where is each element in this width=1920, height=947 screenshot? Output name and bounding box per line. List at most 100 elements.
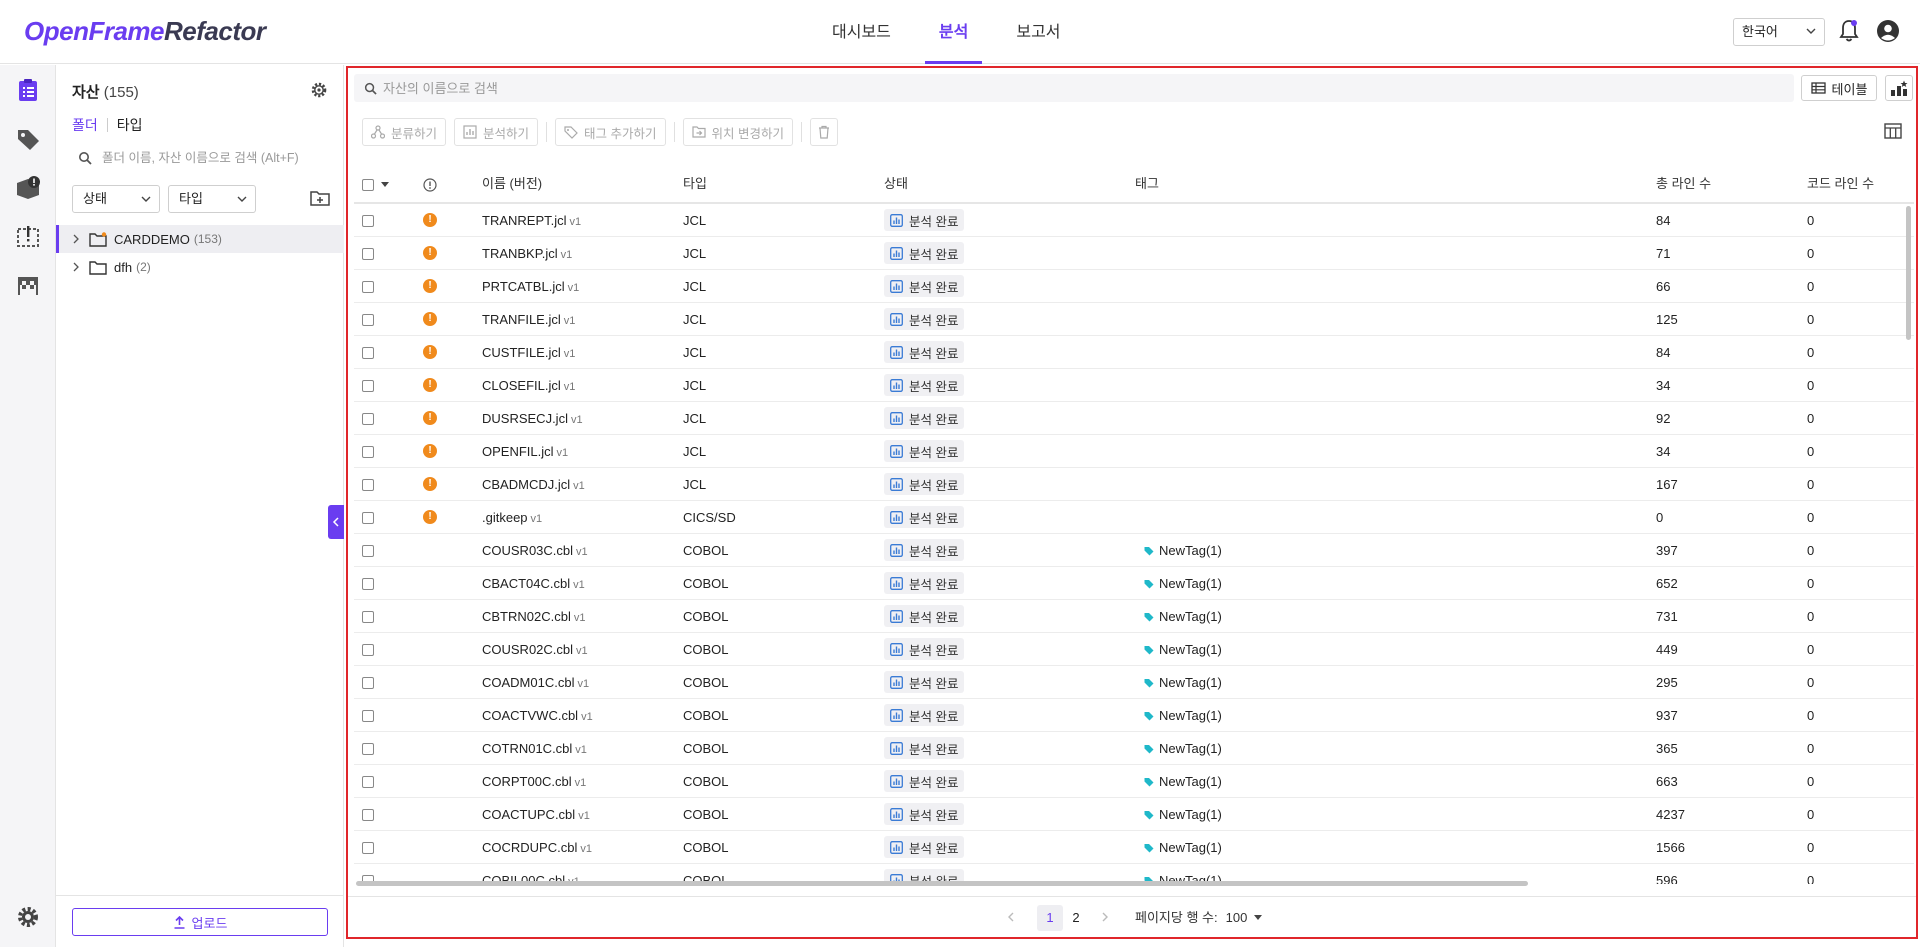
rail-issues[interactable] [0,166,56,210]
row-checkbox[interactable] [362,644,374,656]
asset-name-cell[interactable]: TRANBKP.jcl v1 [482,237,572,270]
table-row[interactable]: COUSR03C.cbl v1 COBOL 분석 완료 NewTag(1) 397 0 [354,534,1914,567]
chevron-right-icon[interactable] [71,234,81,244]
select-all[interactable] [362,164,389,204]
delete-button[interactable] [810,118,838,146]
row-checkbox[interactable] [362,215,374,227]
table-row[interactable]: ! PRTCATBL.jcl v1 JCL 분석 완료 66 0 [354,270,1914,303]
table-row[interactable]: ! CLOSEFIL.jcl v1 JCL 분석 완료 34 0 [354,369,1914,402]
row-checkbox[interactable] [362,842,374,854]
chevron-right-icon[interactable] [71,262,81,272]
row-checkbox[interactable] [362,611,374,623]
classify-button[interactable]: 분류하기 [362,118,447,146]
bell-icon[interactable] [1838,19,1860,43]
tag-chip[interactable]: NewTag(1) [1144,534,1222,567]
asset-name-cell[interactable]: OPENFIL.jcl v1 [482,435,568,468]
asset-name-cell[interactable]: PRTCATBL.jcl v1 [482,270,579,303]
nav-report[interactable]: 보고서 [992,0,1084,64]
type-filter[interactable]: 타입 [168,185,256,213]
row-checkbox[interactable] [362,248,374,260]
col-name[interactable]: 이름 (버전) [482,164,542,204]
asset-name-cell[interactable]: CORPT00C.cbl v1 [482,765,586,798]
col-type[interactable]: 타입 [683,164,707,204]
row-checkbox[interactable] [362,413,374,425]
row-checkbox[interactable] [362,776,374,788]
analyze-button[interactable]: 분석하기 [454,118,539,146]
table-row[interactable]: ! TRANBKP.jcl v1 JCL 분석 완료 71 0 [354,237,1914,270]
table-row[interactable]: COTRN01C.cbl v1 COBOL 분석 완료 NewTag(1) 365 0 [354,732,1914,765]
table-row[interactable]: ! CUSTFILE.jcl v1 JCL 분석 완료 84 0 [354,336,1914,369]
asset-name-cell[interactable]: .gitkeep v1 [482,501,542,534]
rail-tags[interactable] [0,117,56,161]
col-tag[interactable]: 태그 [1135,164,1159,204]
asset-name-cell[interactable]: DUSRSECJ.jcl v1 [482,402,583,435]
asset-name-cell[interactable]: CBTRN02C.cbl v1 [482,600,585,633]
asset-name-cell[interactable]: CBACT04C.cbl v1 [482,567,585,600]
table-row[interactable]: COADM01C.cbl v1 COBOL 분석 완료 NewTag(1) 295 0 [354,666,1914,699]
tree-item-dfh[interactable]: dfh (2) [56,253,344,281]
table-row[interactable]: ! CBADMCDJ.jcl v1 JCL 분석 완료 167 0 [354,468,1914,501]
asset-name-cell[interactable]: CUSTFILE.jcl v1 [482,336,575,369]
language-select[interactable]: 한국어 [1733,18,1825,46]
row-checkbox[interactable] [362,545,374,557]
table-view-button[interactable]: 테이블 [1801,75,1877,101]
tag-chip[interactable]: NewTag(1) [1144,732,1222,765]
tag-chip[interactable]: NewTag(1) [1144,699,1222,732]
rail-goals[interactable] [0,264,56,308]
rows-per-page-select[interactable]: 100 [1226,905,1248,931]
row-checkbox[interactable] [362,314,374,326]
asset-search-input[interactable] [383,80,1183,96]
row-checkbox[interactable] [362,578,374,590]
row-checkbox[interactable] [362,347,374,359]
collapse-panel-button[interactable] [328,505,344,539]
col-total-lines[interactable]: 총 라인 수 [1656,164,1711,204]
asset-name-cell[interactable]: TRANFILE.jcl v1 [482,303,575,336]
tag-chip[interactable]: NewTag(1) [1144,633,1222,666]
asset-name-cell[interactable]: CBADMCDJ.jcl v1 [482,468,585,501]
row-checkbox[interactable] [362,281,374,293]
asset-name-cell[interactable]: COACTUPC.cbl v1 [482,798,590,831]
row-checkbox[interactable] [362,710,374,722]
add-tag-button[interactable]: 태그 추가하기 [555,118,666,146]
user-avatar-icon[interactable] [1876,19,1900,43]
rail-validation[interactable] [0,215,56,259]
caret-down-icon[interactable] [380,181,389,188]
chevron-right-icon[interactable] [1099,911,1111,923]
row-checkbox[interactable] [362,809,374,821]
row-checkbox[interactable] [362,380,374,392]
move-button[interactable]: 위치 변경하기 [682,118,793,146]
table-row[interactable]: ! OPENFIL.jcl v1 JCL 분석 완료 34 0 [354,435,1914,468]
table-row[interactable]: ! TRANFILE.jcl v1 JCL 분석 완료 125 0 [354,303,1914,336]
folder-search-input[interactable] [102,151,322,165]
page-2[interactable]: 2 [1063,905,1089,931]
row-checkbox[interactable] [362,743,374,755]
nav-analysis[interactable]: 분석 [915,0,992,64]
col-status[interactable]: 상태 [884,164,908,204]
table-row[interactable]: COACTUPC.cbl v1 COBOL 분석 완료 NewTag(1) 4237 0 [354,798,1914,831]
chart-star-button[interactable] [1885,75,1913,101]
asset-name-cell[interactable]: COUSR03C.cbl v1 [482,534,588,567]
row-checkbox[interactable] [362,512,374,524]
asset-name-cell[interactable]: COACTVWC.cbl v1 [482,699,593,732]
asset-name-cell[interactable]: COADM01C.cbl v1 [482,666,589,699]
select-all-checkbox[interactable] [362,178,374,191]
status-filter[interactable]: 상태 [72,185,160,213]
table-row[interactable]: CBTRN02C.cbl v1 COBOL 분석 완료 NewTag(1) 731 0 [354,600,1914,633]
folder-add-icon[interactable] [310,189,330,207]
column-settings-icon[interactable] [1884,123,1902,139]
asset-name-cell[interactable]: CLOSEFIL.jcl v1 [482,369,575,402]
logo[interactable]: OpenFrameRefactor [24,16,266,47]
asset-name-cell[interactable]: COUSR02C.cbl v1 [482,633,588,666]
col-code-lines[interactable]: 코드 라인 수 [1807,164,1874,204]
tag-chip[interactable]: NewTag(1) [1144,666,1222,699]
asset-name-cell[interactable]: COCRDUPC.cbl v1 [482,831,592,864]
rail-settings[interactable] [0,895,56,939]
row-checkbox[interactable] [362,677,374,689]
tree-item-carddemo[interactable]: CARDDEMO (153) [56,225,344,253]
row-checkbox[interactable] [362,479,374,491]
table-row[interactable]: CORPT00C.cbl v1 COBOL 분석 완료 NewTag(1) 663 0 [354,765,1914,798]
tag-chip[interactable]: NewTag(1) [1144,798,1222,831]
upload-button[interactable]: 업로드 [72,908,328,936]
tag-chip[interactable]: NewTag(1) [1144,600,1222,633]
table-row[interactable]: ! TRANREPT.jcl v1 JCL 분석 완료 84 0 [354,204,1914,237]
